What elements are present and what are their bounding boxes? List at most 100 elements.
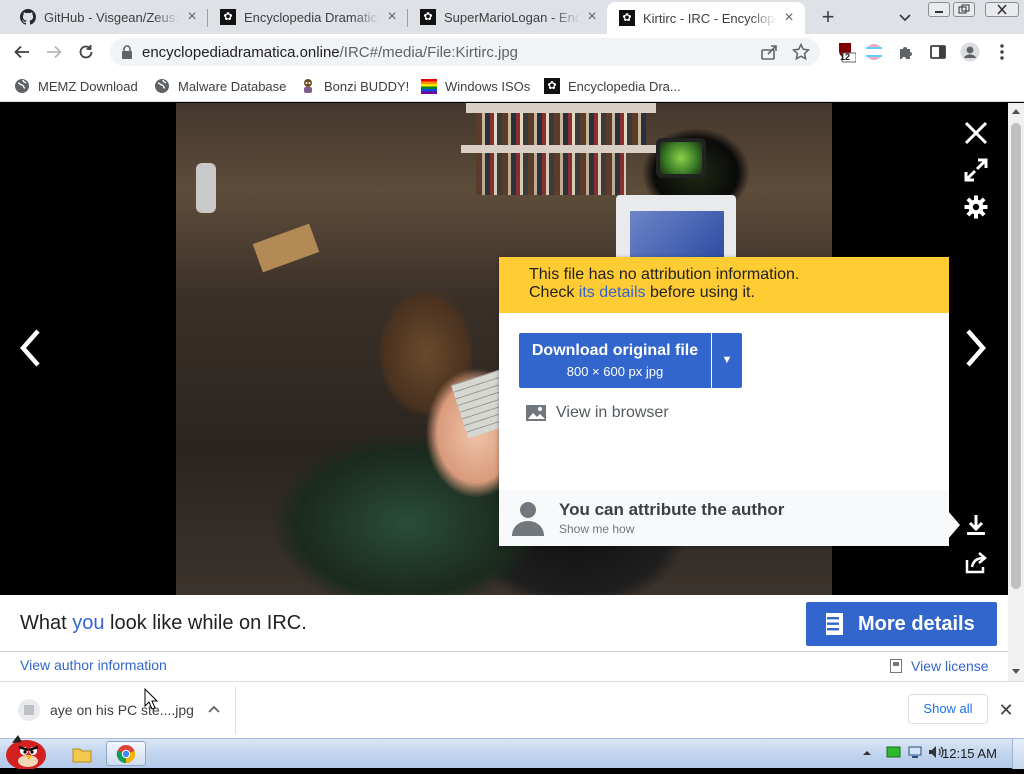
close-viewer-icon[interactable] — [962, 119, 990, 147]
view-in-browser-link[interactable]: View in browser — [525, 401, 669, 425]
downloads-shelf: aye on his PC ste....jpg Show all ✕ — [0, 681, 1024, 738]
reload-icon[interactable] — [74, 40, 98, 64]
bookshelf-books — [476, 113, 646, 145]
back-arrow-icon[interactable] — [10, 40, 34, 64]
menu-kebab-icon[interactable] — [990, 40, 1014, 64]
bookmark-bonzi-buddy[interactable]: Bonzi BUDDY! — [300, 76, 409, 96]
mouse-cursor-icon — [144, 687, 159, 710]
ublock-extension-icon[interactable]: 12 — [834, 40, 858, 64]
taskbar-chrome-icon[interactable] — [106, 741, 146, 766]
next-image-chevron-icon[interactable] — [958, 325, 992, 371]
tab-github[interactable]: GitHub - Visgean/Zeus: An × — [8, 0, 208, 34]
show-me-how-link[interactable]: Show me how — [559, 522, 634, 536]
tab-kirtirc[interactable]: ✿ Kirtirc - IRC - Encyclopedia × — [607, 2, 805, 34]
download-original-file-button[interactable]: Download original file 800 × 600 px jpg — [519, 333, 711, 388]
bookmark-star-icon[interactable] — [791, 42, 811, 61]
network-icon[interactable] — [908, 745, 922, 764]
attribute-author-section[interactable]: You can attribute the author Show me how — [499, 490, 949, 546]
box — [252, 223, 320, 273]
attribution-notice: This file has no attribution information… — [499, 257, 949, 313]
side-panel-icon[interactable] — [926, 40, 950, 64]
show-desktop-button[interactable] — [1012, 739, 1024, 769]
tab-title: GitHub - Visgean/Zeus: An — [44, 9, 180, 25]
share-page-icon[interactable] — [760, 43, 778, 61]
bookmark-memz-download[interactable]: MEMZ Download — [14, 76, 138, 96]
show-all-button[interactable]: Show all — [908, 694, 988, 724]
bookmark-encyclopedia-dramatica[interactable]: ✿ Encyclopedia Dra... — [544, 76, 681, 96]
pride-extension-icon[interactable] — [862, 40, 886, 64]
attribute-author-title: You can attribute the author — [559, 500, 785, 519]
caption-you-link[interactable]: you — [72, 612, 104, 634]
caption-divider — [0, 651, 1008, 652]
globe-icon — [154, 78, 170, 94]
url-path: /IRC#/media/File:Kirtirc.jpg — [339, 44, 519, 61]
settings-gear-icon[interactable] — [962, 193, 990, 221]
share-icon[interactable] — [962, 549, 990, 577]
download-size-dropdown[interactable]: ▼ — [712, 333, 742, 388]
close-window-button[interactable] — [985, 2, 1019, 17]
view-author-information-link[interactable]: View author information — [20, 657, 167, 673]
bookshelf-books — [476, 153, 626, 195]
tab-search-chevron-icon[interactable] — [896, 8, 914, 26]
start-button-angry-bird-icon[interactable] — [2, 731, 48, 770]
view-license-link[interactable]: View license — [890, 658, 989, 674]
url-domain: encyclopediadramatica.online — [142, 44, 340, 61]
tv-screen — [656, 138, 706, 178]
extensions-puzzle-icon[interactable] — [894, 40, 918, 64]
more-details-label: More details — [858, 612, 975, 635]
close-shelf-icon[interactable]: ✕ — [996, 700, 1016, 720]
shelf — [461, 145, 661, 153]
its-details-link[interactable]: its details — [579, 284, 646, 301]
taskbar-explorer-icon[interactable] — [62, 741, 102, 766]
more-details-button[interactable]: More details — [806, 602, 997, 646]
tray-expand-icon[interactable] — [862, 745, 872, 763]
document-icon — [822, 612, 844, 636]
taskbar-clock[interactable]: 12:15 AM — [942, 746, 997, 761]
previous-image-chevron-icon[interactable] — [14, 325, 48, 371]
ed-icon: ✿ — [220, 9, 236, 25]
fullscreen-expand-icon[interactable] — [962, 156, 990, 184]
forward-arrow-icon[interactable] — [42, 40, 66, 64]
download-item[interactable]: aye on his PC ste....jpg — [4, 686, 236, 734]
media-caption-bar: What you look like while on IRC. More de… — [0, 595, 1008, 681]
scroll-thumb[interactable] — [1011, 123, 1021, 589]
bookmark-windows-isos[interactable]: Windows ISOs — [421, 76, 530, 96]
tab-close-icon[interactable]: × — [184, 9, 200, 25]
download-icon[interactable] — [962, 511, 990, 539]
tab-close-icon[interactable]: × — [584, 9, 600, 25]
restore-button[interactable] — [953, 2, 975, 17]
bookmark-malware-database[interactable]: Malware Database — [154, 76, 286, 96]
ed-icon: ✿ — [619, 10, 635, 26]
minimize-button[interactable] — [928, 2, 950, 17]
tab-encyclopedia-dramatica[interactable]: ✿ Encyclopedia Dramatica × — [208, 0, 408, 34]
address-bar[interactable]: encyclopediadramatica.online/IRC#/media/… — [110, 38, 820, 66]
url-text[interactable]: encyclopediadramatica.online/IRC#/media/… — [142, 44, 518, 61]
view-license-label: View license — [911, 658, 989, 674]
download-button-label: Download original file — [531, 342, 699, 359]
tab-close-icon[interactable]: × — [781, 10, 797, 26]
view-in-browser-label: View in browser — [556, 404, 669, 421]
chevron-up-icon[interactable] — [206, 702, 222, 718]
scroll-down-arrow-icon[interactable] — [1012, 669, 1020, 674]
file-icon — [18, 699, 40, 721]
bookmark-label: MEMZ Download — [38, 78, 138, 94]
notice-text: before using it. — [645, 284, 755, 301]
dialog-pointer — [948, 511, 960, 539]
notice-text: Check — [529, 284, 579, 301]
scroll-up-arrow-icon[interactable] — [1012, 109, 1020, 114]
page-scrollbar[interactable] — [1008, 103, 1024, 681]
github-icon — [20, 9, 36, 25]
tab-title: Encyclopedia Dramatica — [244, 9, 380, 25]
tab-supermariologan[interactable]: ✿ SuperMarioLogan - Encyclo × — [408, 0, 608, 34]
new-tab-button[interactable]: + — [816, 5, 840, 29]
dropdown-arrow-icon: ▼ — [721, 354, 733, 366]
caption-text: look like while on IRC. — [104, 612, 307, 634]
tab-title: SuperMarioLogan - Encyclo — [444, 9, 580, 25]
bookmarks-bar: MEMZ Download Malware Database Bonzi BUD… — [0, 70, 1024, 102]
profile-avatar-icon[interactable] — [958, 40, 982, 64]
battery-icon[interactable] — [886, 745, 902, 763]
tab-close-icon[interactable]: × — [384, 9, 400, 25]
bookmark-label: Windows ISOs — [445, 78, 531, 94]
ed-icon: ✿ — [544, 78, 560, 94]
lock-icon[interactable] — [121, 45, 133, 64]
